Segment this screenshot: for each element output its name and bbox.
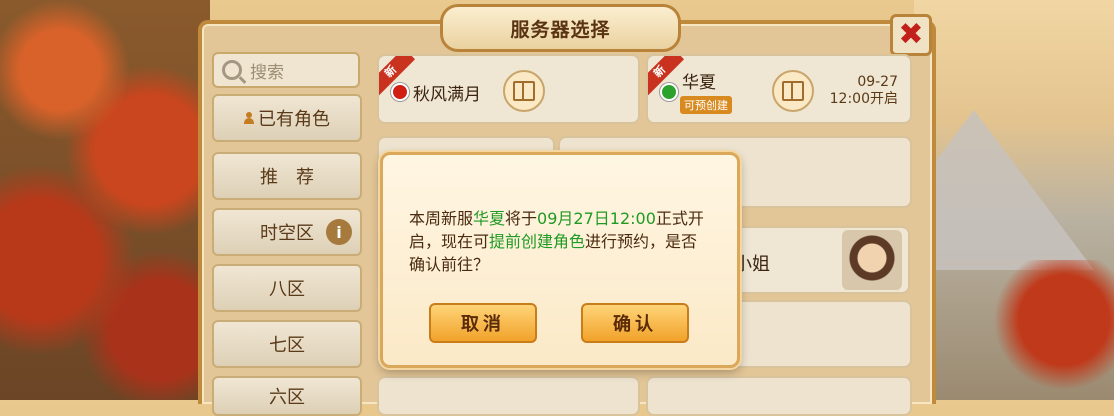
sidebar-item-label: 八区 xyxy=(269,279,305,300)
sidebar-item-recommended[interactable]: 推 荐 xyxy=(212,152,362,200)
open-time: 09-27 12:00开启 xyxy=(830,74,898,108)
dialog-action: 提前创建角色 xyxy=(489,232,586,251)
close-icon: ✖ xyxy=(898,17,924,52)
search-icon xyxy=(222,60,242,80)
gift-icon[interactable] xyxy=(772,70,814,112)
status-dot-icon xyxy=(391,83,409,101)
sidebar-item-zone-7[interactable]: 七区 xyxy=(212,320,362,368)
dialog-text: 将于 xyxy=(505,209,538,228)
person-icon xyxy=(244,112,254,124)
autumn-tree-background xyxy=(0,0,210,400)
cancel-button[interactable]: 取消 xyxy=(429,303,537,343)
server-card[interactable] xyxy=(646,376,912,416)
sidebar-item-label: 七区 xyxy=(269,335,305,356)
status-dot-icon xyxy=(660,83,678,101)
sidebar-item-label: 六区 xyxy=(269,387,305,408)
search-input[interactable]: 搜索 xyxy=(212,52,360,88)
sidebar-item-existing-roles[interactable]: 已有角色 xyxy=(212,94,362,142)
gift-icon[interactable] xyxy=(503,70,545,112)
character-avatar xyxy=(842,230,902,290)
dialog-text: 本周新服 xyxy=(409,209,474,228)
tree-shape xyxy=(994,260,1114,400)
server-card[interactable] xyxy=(377,376,640,416)
sidebar-item-label: 时空区 xyxy=(260,223,314,244)
server-name: 秋风满月 xyxy=(413,85,481,105)
search-placeholder: 搜索 xyxy=(250,62,284,83)
sidebar-item-label: 推 荐 xyxy=(260,167,314,188)
close-button[interactable]: ✖ xyxy=(890,14,932,56)
sidebar-item-time-space[interactable]: 时空区 i xyxy=(212,208,362,256)
server-card-huaxia[interactable]: 新 华夏 可预创建 09-27 12:00开启 xyxy=(646,54,912,124)
dialog-datetime: 09月27日12:00 xyxy=(537,209,656,228)
dialog-server-name: 华夏 xyxy=(473,209,506,228)
server-card-qiufeng[interactable]: 新 秋风满月 xyxy=(377,54,640,124)
open-clock: 12:00开启 xyxy=(829,91,898,107)
confirm-dialog: 本周新服华夏将于09月27日12:00正式开启，现在可提前创建角色进行预约，是否… xyxy=(380,152,740,368)
info-icon[interactable]: i xyxy=(326,219,352,245)
server-name: 华夏 xyxy=(682,73,716,93)
panel-title: 服务器选择 xyxy=(440,4,681,52)
dialog-message: 本周新服华夏将于09月27日12:00正式开启，现在可提前创建角色进行预约，是否… xyxy=(409,207,709,276)
open-date: 09-27 xyxy=(857,74,898,90)
sidebar-item-zone-8[interactable]: 八区 xyxy=(212,264,362,312)
sidebar-item-label: 已有角色 xyxy=(258,109,330,130)
mountain-background xyxy=(854,0,1114,400)
confirm-button[interactable]: 确认 xyxy=(581,303,689,343)
pre-create-tag: 可预创建 xyxy=(680,96,732,114)
sidebar-item-zone-6[interactable]: 六区 xyxy=(212,376,362,416)
